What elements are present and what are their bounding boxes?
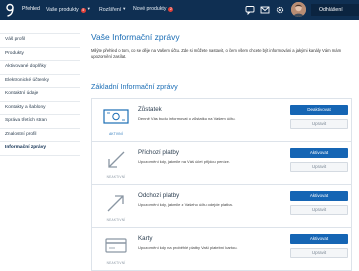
nav-new-products-label: Nové produkty [133,6,167,12]
nav-overview[interactable]: Přehled [22,6,40,12]
sidebar-item-contact-details[interactable]: Kontaktní údaje [0,87,80,101]
sidebar-item-label: Aktivované doplňky [5,64,47,70]
card-description: Denně Vás budu informovat o zůstatku na … [138,116,236,121]
sidebar-item-activated-addons[interactable]: Aktivované doplňky [0,60,80,74]
sidebar-item-contacts-templates[interactable]: Kontakty a šablony [0,100,80,115]
logout-button[interactable]: Odhlášení [311,4,359,16]
activate-button[interactable]: Aktivovat [290,191,348,201]
section-title: Základní Informační zprávy [91,82,178,91]
nav-extensions-label: Rozšíření [99,7,122,13]
activate-button[interactable]: Aktivovat [290,234,348,244]
chevron-down-icon: ▼ [122,6,127,11]
sidebar-item-label: Kontakty a šablony [5,104,46,110]
notification-card-incoming-payments: NEAKTIVNÍ Příchozí platby Upozornění kdy… [91,141,352,185]
card-title: Zůstatek [138,106,162,113]
top-navigation-bar: Přehled Vaše produkty 5 ▼ Rozšíření▼ Nové … [0,0,359,20]
nav-new-products[interactable]: Nové produkty 2 [133,6,174,12]
sidebar-item-label: Produkty [5,50,24,56]
logout-label: Odhlášení [319,6,343,13]
sidebar-item-label: Elektronické účtenky [5,77,49,83]
bank-logo-icon[interactable] [5,3,15,17]
sidebar-item-knowledge-profile[interactable]: Znalostní profil [0,127,80,142]
edit-button[interactable]: Upravit [290,162,348,172]
edit-button[interactable]: Upravit [290,248,348,258]
nav-your-products[interactable]: Vaše produkty 5 ▼ [46,6,91,13]
arrow-outgoing-icon [107,195,124,212]
page-intro-text: Milýte přehled o tom, co se děje na Vaše… [91,48,342,59]
card-title: Příchozí platby [138,149,179,156]
sidebar-item-info-messages[interactable]: Informační zprávy [0,141,80,156]
status-tag-active: AKTIVNÍ [109,132,123,136]
sidebar-item-label: Správa třetích stran [5,118,47,124]
sidebar-item-third-parties[interactable]: Správa třetích stran [0,114,80,128]
cards-illustration: NEAKTIVNÍ [98,235,134,265]
sidebar-item-profile[interactable]: Váš profil [0,33,80,47]
sidebar-item-electronic-receipts[interactable]: Elektronické účtenky [0,73,80,88]
notification-card-balance: AKTIVNÍ Zůstatek Denně Vás budu informov… [91,98,352,142]
balance-illustration: AKTIVNÍ [98,106,134,136]
arrow-incoming-icon [108,151,125,168]
sidebar-item-label: Váš profil [5,37,25,43]
edit-button[interactable]: Upravit [290,205,348,215]
settings-sidebar: Váš profil Produkty Aktivované doplňky E… [0,33,80,156]
deactivate-button[interactable]: Deaktivovat [290,105,348,115]
credit-card-icon [105,238,127,253]
sidebar-item-label: Kontaktní údaje [5,91,39,97]
nav-extensions[interactable]: Rozšíření▼ [99,6,126,13]
money-bill-icon [103,109,129,124]
card-description: Upozornění kdy, jakmile na Váš účet přij… [138,159,230,164]
edit-button[interactable]: Upravit [290,119,348,129]
status-tag-inactive: NEAKTIVNÍ [106,175,126,179]
status-tag-inactive: NEAKTIVNÍ [106,218,126,222]
nav-overview-label: Přehled [22,6,40,12]
card-title: Odchozí platby [138,192,180,199]
outgoing-illustration: NEAKTIVNÍ [98,192,134,222]
card-description: Upozornění kdy na proběhlé platby Vaší p… [138,245,238,250]
new-products-count-badge: 2 [168,7,174,12]
sidebar-item-label: Znalostní profil [5,131,37,137]
chat-icon[interactable] [245,4,255,16]
settings-gear-icon[interactable] [275,4,285,16]
card-title: Karty [138,235,153,242]
card-description: Upozornění kdy, jakmile z Vašeho účtu od… [138,202,233,207]
status-tag-inactive: NEAKTIVNÍ [106,261,126,265]
chevron-down-icon: ▼ [86,6,91,11]
page-title: Vaše Informační zprávy [91,32,180,42]
products-count-badge: 5 [80,8,86,13]
incoming-illustration: NEAKTIVNÍ [98,149,134,179]
sidebar-item-label: Informační zprávy [5,145,47,151]
activate-button[interactable]: Aktivovat [290,148,348,158]
notification-card-outgoing-payments: NEAKTIVNÍ Odchozí platby Upozornění kdy,… [91,184,352,228]
notification-card-payment-cards: NEAKTIVNÍ Karty Upozornění kdy na proběh… [91,227,352,271]
nav-your-products-label: Vaše produkty [46,7,79,13]
sidebar-item-products[interactable]: Produkty [0,46,80,61]
user-photo-icon [291,2,306,17]
user-avatar[interactable] [291,2,306,17]
mail-icon[interactable] [260,4,270,16]
